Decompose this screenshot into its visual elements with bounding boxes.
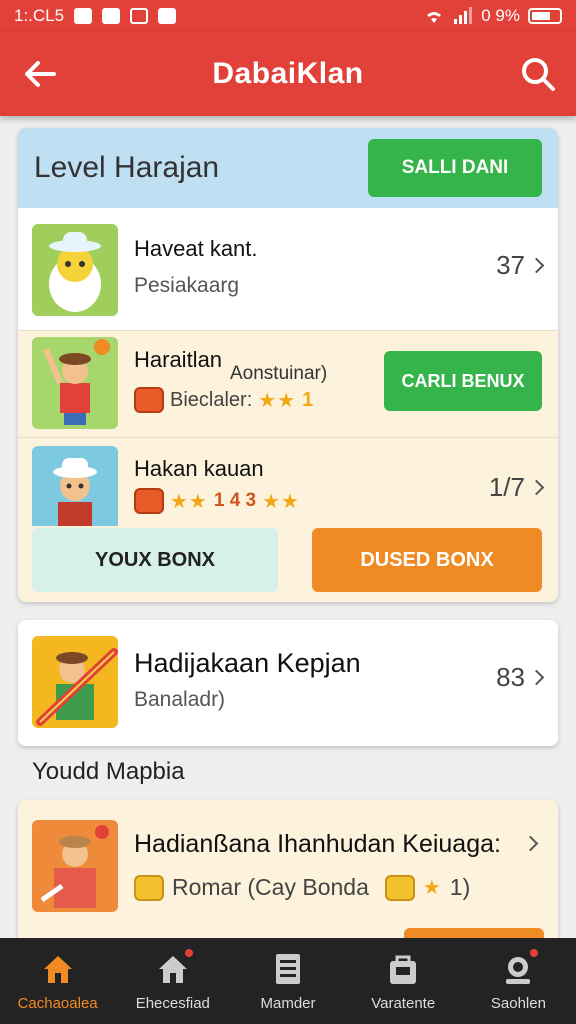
- avatar: [32, 820, 118, 912]
- coin-icon: [134, 387, 164, 413]
- gold-box-icon: [134, 874, 164, 901]
- row-note: Aonstuinar): [230, 363, 328, 384]
- status-bar: 1:.CL5 0 9%: [0, 0, 576, 32]
- row-count[interactable]: 1/7: [488, 472, 545, 503]
- nav-label: Ehecesfiad: [135, 994, 210, 1012]
- mail-icon: [130, 8, 149, 24]
- level-card: Level Harajan SALLI DANI Haveat kant. Pe…: [18, 128, 558, 602]
- notification-dot: [528, 946, 541, 959]
- card-subtitle: Romar (Cay Bonda: [172, 874, 369, 900]
- star-icon: ★★: [170, 490, 208, 513]
- nav-item-second[interactable]: Ehecesfiad: [115, 938, 230, 1024]
- card-reward-line: Romar (Cay Bonda ★ 1): [134, 874, 470, 901]
- star-icon: ★★: [258, 389, 297, 412]
- nav-label: Mamder: [260, 994, 316, 1012]
- list-item[interactable]: Haveat kant. Pesiakaarg 37: [18, 208, 558, 330]
- count-value: 83: [496, 662, 525, 692]
- header-action-button[interactable]: SALLI DANI: [368, 139, 542, 197]
- level-card-title: Level Harajan: [34, 151, 220, 184]
- app-bar: DabaiKlan: [0, 32, 576, 116]
- claim-bonus-button[interactable]: CARLI BENUX: [384, 351, 542, 411]
- level-card-header: Level Harajan SALLI DANI: [18, 128, 558, 208]
- row-subtitle: 1 4 3: [213, 490, 257, 511]
- row-reward-line: ★★ 1 4 3 ★★: [134, 488, 300, 514]
- nav-label: Saohlen: [490, 994, 546, 1012]
- lower-card[interactable]: Hadianßana Ihanhudan Keiuaga: Romar (Cay…: [18, 800, 558, 950]
- card-badge: 1): [449, 874, 471, 900]
- coin-icon: [134, 488, 164, 514]
- nav-item-fourth[interactable]: Varatente: [346, 938, 461, 1024]
- card-title: Hadianßana Ihanhudan Keiuaga:: [134, 830, 501, 858]
- video-icon: [74, 8, 93, 24]
- list-item[interactable]: Haraitlan Aonstuinar) Bieclaler: ★★ 1 CA…: [18, 331, 558, 437]
- app-title: DabaiKlan: [212, 57, 364, 90]
- nav-label: Varatente: [371, 994, 436, 1012]
- nav-item-home[interactable]: Cachaoalea: [0, 938, 115, 1024]
- bottom-navigation: Cachaoalea Ehecesfiad Mamder Varatente S…: [0, 938, 576, 1024]
- row-count[interactable]: 37: [496, 250, 545, 281]
- row-title: Haveat kant.: [134, 236, 258, 261]
- count-value: 37: [496, 250, 525, 280]
- reward-card[interactable]: Hadijakaan Kepjan Banaladr) 83: [18, 620, 558, 746]
- card-title: Hadijakaan Kepjan: [134, 648, 361, 678]
- image-icon: [158, 8, 177, 24]
- avatar: [32, 446, 118, 526]
- battery-icon: [528, 8, 562, 24]
- left-bonus-button[interactable]: YOUX BONX: [32, 528, 278, 592]
- signal-icon: [454, 7, 473, 24]
- avatar: [32, 337, 118, 429]
- row-title: Haraitlan: [134, 347, 223, 372]
- home-icon: [43, 955, 72, 983]
- star-icon: ★: [422, 877, 442, 899]
- row-title: Hakan kauan: [134, 456, 264, 481]
- reward-value: 1: [302, 388, 314, 411]
- app-notification-icon: [102, 8, 121, 24]
- row-reward-line: Bieclaler: ★★ 1: [134, 387, 313, 413]
- back-arrow-icon[interactable]: [20, 54, 60, 94]
- nav-item-fifth[interactable]: Saohlen: [461, 938, 576, 1024]
- nav-item-third[interactable]: Mamder: [230, 938, 345, 1024]
- nav-label: Cachaoalea: [17, 994, 98, 1012]
- chevron-right-icon: [528, 479, 545, 496]
- row-subtitle: Bieclaler:: [170, 388, 253, 411]
- section-label: Youdd Mapbia: [32, 758, 185, 785]
- document-icon: [276, 953, 300, 984]
- right-bonus-button[interactable]: DUSED BONX: [312, 528, 542, 592]
- clock: 1:.CL5: [14, 6, 65, 25]
- search-icon[interactable]: [518, 54, 558, 94]
- wifi-icon: [427, 12, 442, 23]
- avatar: [32, 224, 118, 316]
- bag-icon: [390, 955, 417, 984]
- home-outline-icon: [155, 946, 195, 987]
- list-item[interactable]: Hakan kauan ★★ 1 4 3 ★★ 1/7: [18, 438, 558, 526]
- notification-dot: [182, 946, 195, 959]
- card-subtitle: Banaladr): [134, 688, 226, 711]
- row-subtitle: Pesiakaarg: [134, 274, 240, 297]
- chevron-right-icon: [528, 669, 545, 686]
- card-count[interactable]: 83: [496, 662, 545, 693]
- count-value: 1/7: [488, 472, 525, 502]
- chevron-right-icon[interactable]: [522, 835, 539, 852]
- battery-percent: 0 9%: [481, 6, 520, 25]
- chevron-right-icon: [528, 257, 545, 274]
- star-icon: ★★: [262, 490, 300, 513]
- gold-bar-icon: [384, 874, 415, 901]
- profile-icon: [500, 946, 541, 987]
- avatar: [32, 636, 118, 728]
